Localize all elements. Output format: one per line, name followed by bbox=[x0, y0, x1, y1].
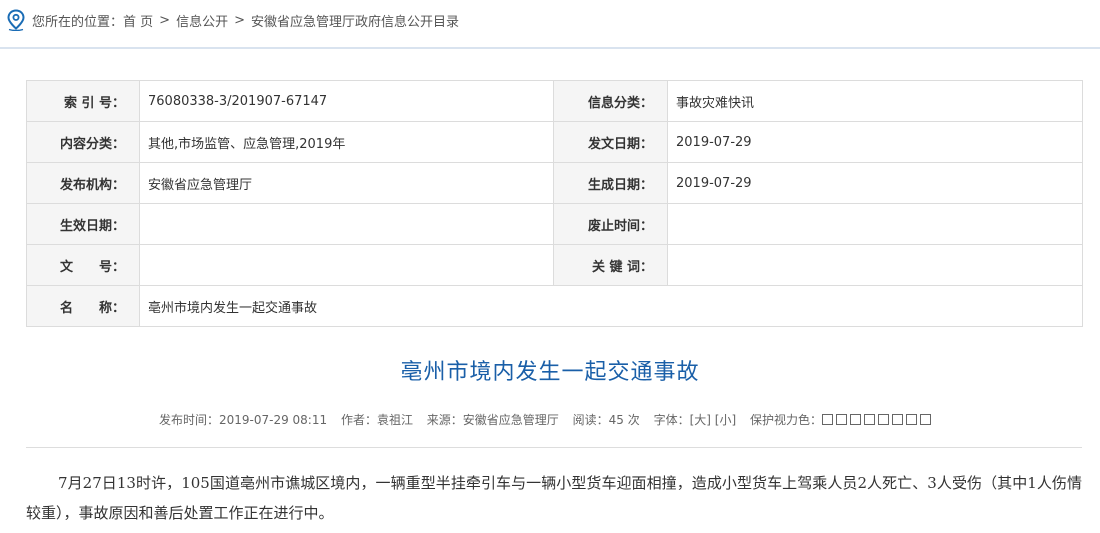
author: 作者：袁祖江 bbox=[340, 413, 413, 427]
info-category-value: 事故灾难快讯 bbox=[667, 80, 1083, 122]
document-name-value: 亳州市境内发生一起交通事故 bbox=[139, 285, 1083, 327]
effective-date-label: 生效日期： bbox=[26, 203, 140, 245]
breadcrumb-home-link[interactable]: 首 页 bbox=[123, 11, 153, 30]
eye-color-swatch-1[interactable] bbox=[822, 414, 833, 425]
eye-color-swatches bbox=[822, 414, 931, 425]
content-category-value: 其他,市场监管、应急管理,2019年 bbox=[139, 121, 554, 163]
table-row: 文 号： 关 键 词： bbox=[26, 244, 1083, 286]
issue-date-label: 发文日期： bbox=[553, 121, 668, 163]
breadcrumb-catalog-link[interactable]: 安徽省应急管理厅政府信息公开目录 bbox=[251, 11, 459, 30]
repeal-time-label: 废止时间： bbox=[553, 203, 668, 245]
content-divider bbox=[26, 447, 1082, 448]
repeal-time-value bbox=[667, 203, 1083, 245]
breadcrumb: 您所在的位置： 首 页 > 信息公开 > 安徽省应急管理厅政府信息公开目录 bbox=[6, 9, 459, 31]
publisher-value: 安徽省应急管理厅 bbox=[139, 162, 554, 204]
eye-color-swatch-5[interactable] bbox=[878, 414, 889, 425]
article-info-bar: 发布时间：2019-07-29 08:11 作者：袁祖江 来源：安徽省应急管理厅… bbox=[0, 411, 1100, 428]
font-small-button[interactable]: [小] bbox=[715, 413, 736, 427]
index-number-label: 索 引 号： bbox=[26, 80, 140, 122]
document-number-label: 文 号： bbox=[26, 244, 140, 286]
breadcrumb-separator: > bbox=[159, 12, 171, 28]
metadata-table: 索 引 号： 76080338-3/201907-67147 信息分类： 事故灾… bbox=[26, 80, 1083, 327]
content-category-label: 内容分类： bbox=[26, 121, 140, 163]
publish-time: 发布时间：2019-07-29 08:11 bbox=[158, 413, 328, 427]
table-row: 名 称： 亳州市境内发生一起交通事故 bbox=[26, 285, 1083, 327]
table-row: 内容分类： 其他,市场监管、应急管理,2019年 发文日期： 2019-07-2… bbox=[26, 121, 1083, 163]
document-number-value bbox=[139, 244, 554, 286]
view-count: 阅读：45 次 bbox=[572, 413, 640, 427]
breadcrumb-info-public-link[interactable]: 信息公开 bbox=[176, 11, 228, 30]
eye-color-swatch-4[interactable] bbox=[864, 414, 875, 425]
table-row: 生效日期： 废止时间： bbox=[26, 203, 1083, 245]
breadcrumb-separator: > bbox=[234, 12, 245, 28]
document-name-label: 名 称： bbox=[26, 285, 140, 327]
eye-color-swatch-6[interactable] bbox=[892, 414, 903, 425]
publisher-label: 发布机构： bbox=[26, 162, 140, 204]
issue-date-value: 2019-07-29 bbox=[667, 121, 1083, 163]
source: 来源：安徽省应急管理厅 bbox=[426, 413, 559, 427]
font-size-label: 字体： bbox=[653, 413, 690, 427]
eye-color-swatch-7[interactable] bbox=[906, 414, 917, 425]
eye-color-swatch-8[interactable] bbox=[920, 414, 931, 425]
keywords-value bbox=[667, 244, 1083, 286]
generated-date-label: 生成日期： bbox=[553, 162, 668, 204]
article-body: 7月27日13时许，105国道亳州市谯城区境内，一辆重型半挂牵引车与一辆小型货车… bbox=[26, 474, 1082, 522]
effective-date-value bbox=[139, 203, 554, 245]
eye-protection-label: 保护视力色： bbox=[749, 413, 822, 427]
eye-color-swatch-3[interactable] bbox=[850, 414, 861, 425]
header-divider bbox=[0, 47, 1100, 49]
breadcrumb-prefix: 您所在的位置： bbox=[32, 14, 124, 30]
article-title: 亳州市境内发生一起交通事故 bbox=[400, 360, 700, 385]
generated-date-value: 2019-07-29 bbox=[667, 162, 1083, 204]
font-large-button[interactable]: [大] bbox=[690, 413, 711, 427]
table-row: 发布机构： 安徽省应急管理厅 生成日期： 2019-07-29 bbox=[26, 162, 1083, 204]
info-category-label: 信息分类： bbox=[553, 80, 668, 122]
eye-color-swatch-2[interactable] bbox=[836, 414, 847, 425]
table-row: 索 引 号： 76080338-3/201907-67147 信息分类： 事故灾… bbox=[26, 80, 1083, 122]
index-number-value: 76080338-3/201907-67147 bbox=[139, 80, 554, 122]
keywords-label: 关 键 词： bbox=[553, 244, 668, 286]
location-pin-icon bbox=[7, 9, 25, 31]
